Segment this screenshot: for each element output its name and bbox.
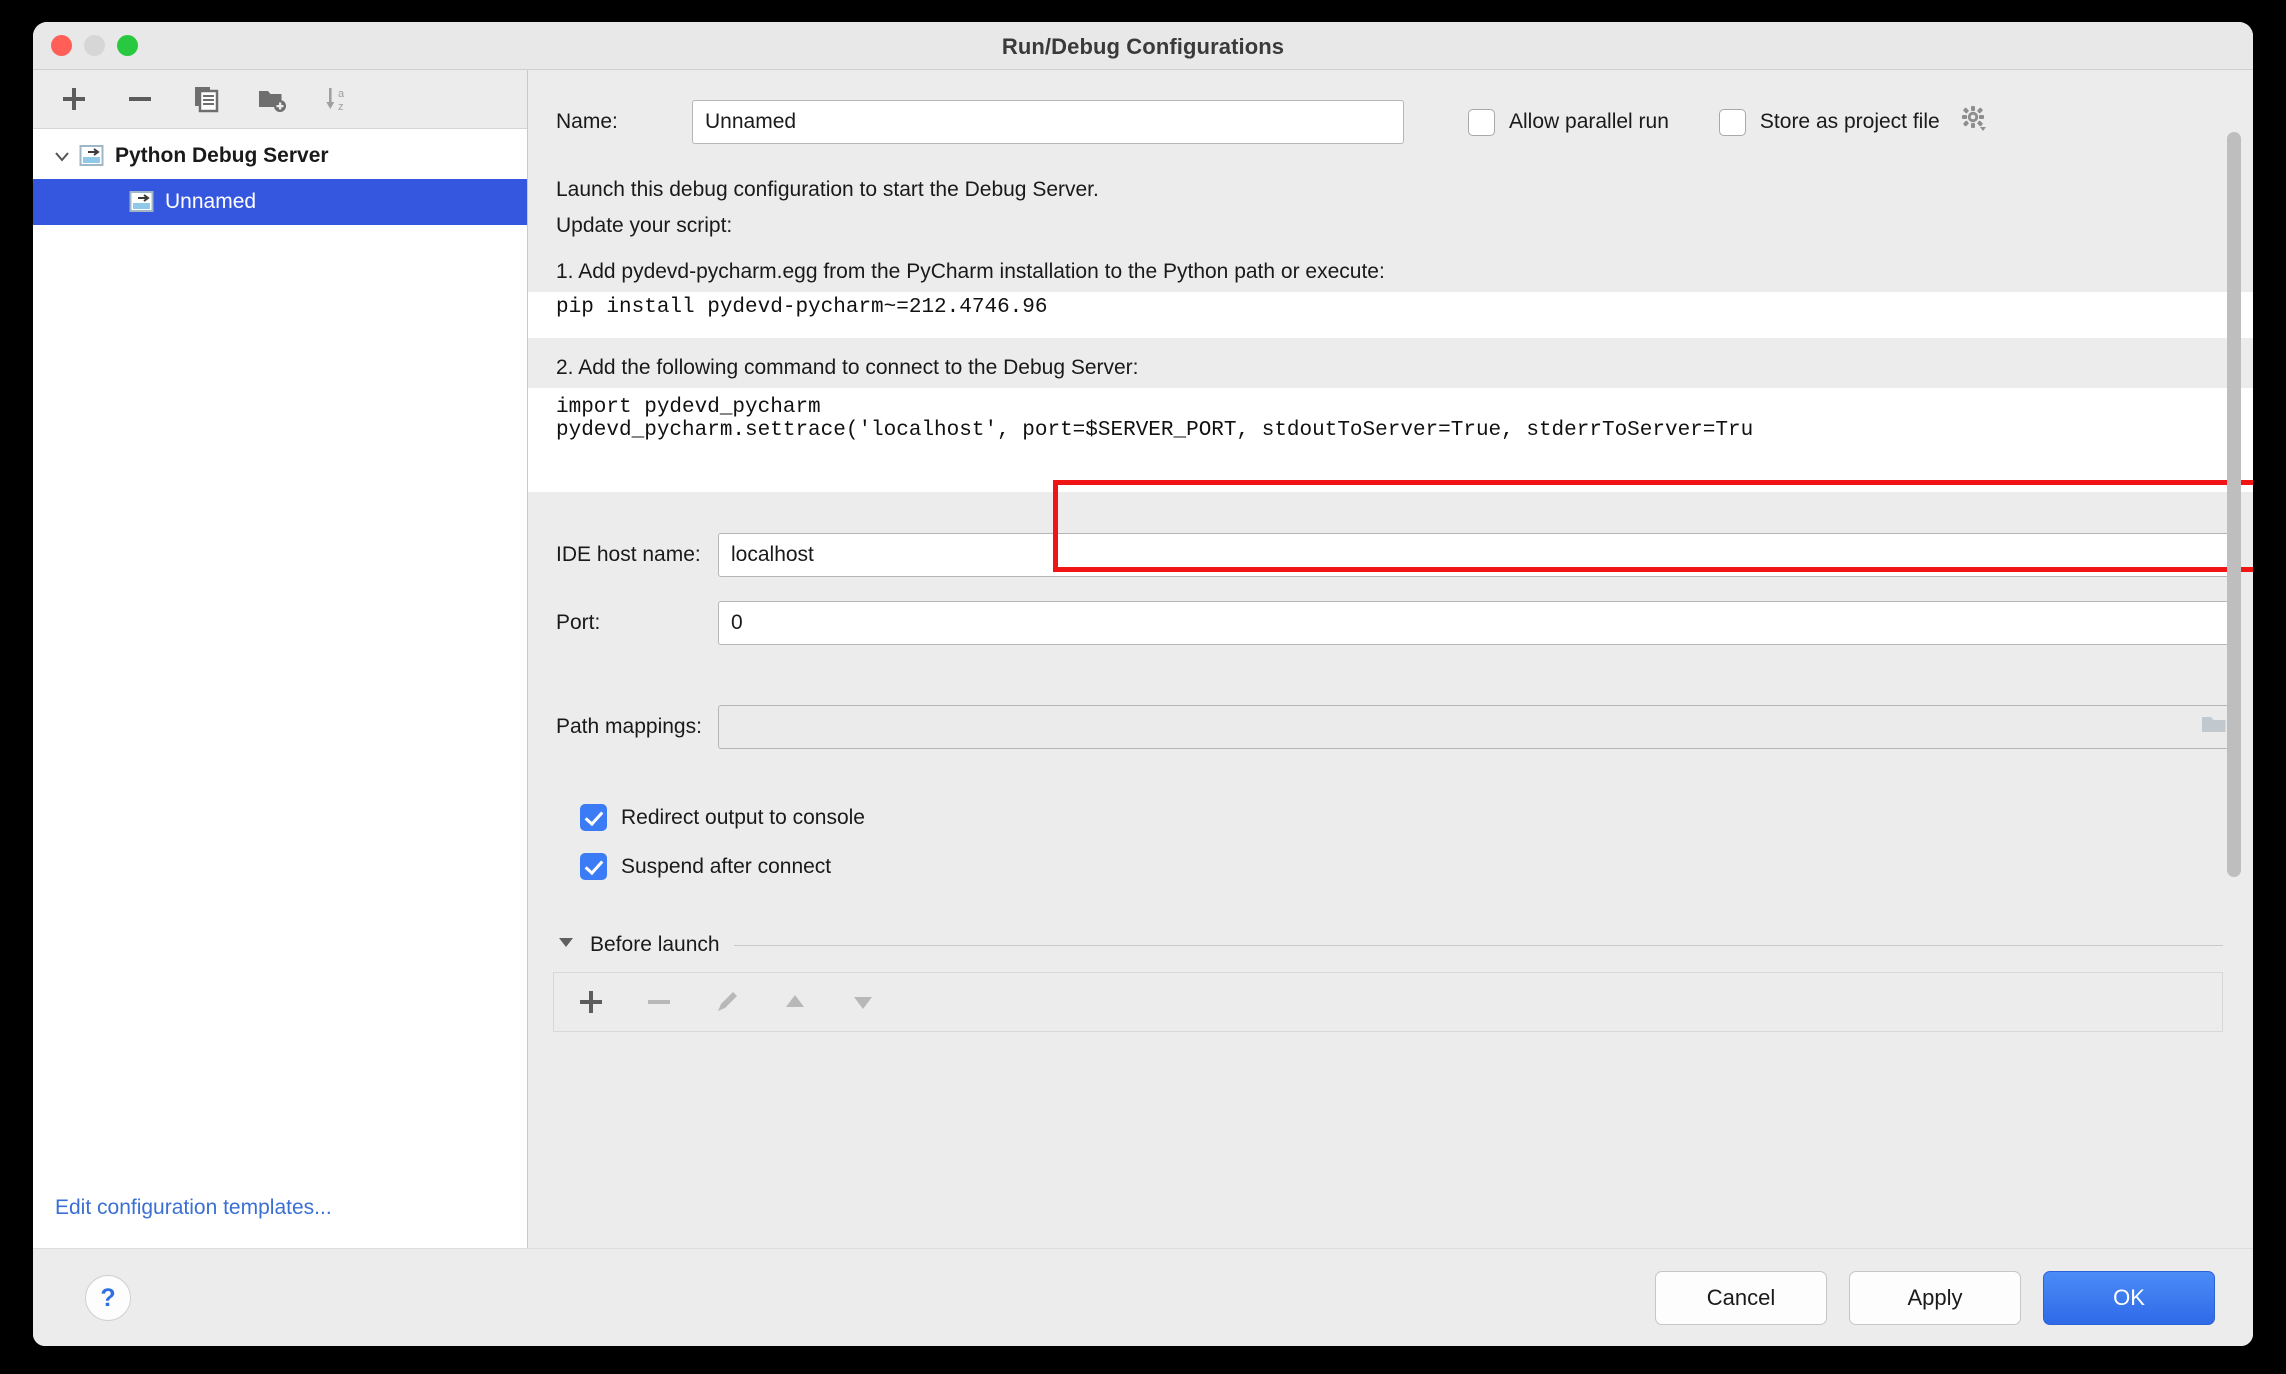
ide-host-name-input[interactable]: localhost: [718, 533, 2241, 577]
port-input[interactable]: 0: [718, 601, 2241, 645]
bl-move-up-button[interactable]: [776, 983, 814, 1021]
store-as-project-file-row[interactable]: Store as project file: [1718, 105, 1988, 139]
folder-browse-icon[interactable]: [2200, 712, 2228, 742]
redirect-output-label: Redirect output to console: [621, 805, 865, 829]
instructions-line-1: Launch this debug configuration to start…: [556, 178, 1099, 201]
copy-icon: [195, 87, 219, 113]
before-launch-header[interactable]: Before launch: [528, 932, 2253, 958]
tree-item-unnamed[interactable]: Unnamed: [33, 179, 527, 225]
bl-remove-button[interactable]: [640, 983, 678, 1021]
footer-buttons: Cancel Apply OK: [1655, 1271, 2215, 1325]
edit-configuration-templates-link[interactable]: Edit configuration templates...: [33, 1168, 527, 1248]
chevron-down-icon[interactable]: [47, 147, 77, 165]
python-debug-server-icon: [77, 143, 107, 169]
help-button[interactable]: ?: [85, 1275, 131, 1321]
new-folder-button[interactable]: [253, 80, 291, 118]
suspend-after-connect-checkbox[interactable]: [580, 853, 607, 880]
title-bar: Run/Debug Configurations: [33, 22, 2253, 70]
plus-icon: [63, 88, 85, 110]
step-2-code[interactable]: import pydevd_pycharm pydevd_pycharm.sett…: [528, 388, 2253, 492]
tree-item-label: Unnamed: [165, 190, 257, 213]
arrow-up-icon: [786, 995, 804, 1007]
run-debug-configurations-dialog: Run/Debug Configurations a z Python Debu…: [33, 22, 2253, 1346]
redirect-output-row[interactable]: Redirect output to console: [528, 804, 2253, 831]
sidebar-toolbar: a z: [33, 70, 527, 129]
dialog-footer: ? Cancel Apply OK: [33, 1248, 2253, 1346]
step-1-code[interactable]: pip install pydevd-pycharm~=212.4746.96: [528, 292, 2253, 338]
ide-host-name-row: IDE host name: localhost: [528, 532, 2253, 578]
step-2-code-line-1: import pydevd_pycharm: [556, 396, 821, 419]
before-launch-title: Before launch: [590, 933, 720, 956]
name-input[interactable]: Unnamed: [692, 100, 1404, 144]
copy-configuration-button[interactable]: [187, 80, 225, 118]
ok-button[interactable]: OK: [2043, 1271, 2215, 1325]
redirect-output-checkbox[interactable]: [580, 804, 607, 831]
cancel-button[interactable]: Cancel: [1655, 1271, 1827, 1325]
triangle-down-icon[interactable]: [556, 932, 576, 958]
before-launch-divider: [733, 944, 2223, 946]
add-configuration-button[interactable]: [55, 80, 93, 118]
svg-text:a: a: [338, 88, 345, 100]
window-title: Run/Debug Configurations: [1001, 34, 1285, 59]
sort-configurations-button[interactable]: a z: [319, 80, 357, 118]
configuration-panel: Name: Unnamed Allow parallel run Store a…: [528, 70, 2253, 1248]
remove-configuration-button[interactable]: [121, 80, 159, 118]
gear-icon[interactable]: [1960, 105, 1988, 139]
arrow-down-icon: [854, 997, 872, 1009]
svg-text:z: z: [338, 101, 344, 113]
bl-add-button[interactable]: [572, 983, 610, 1021]
instructions-line-2: Update your script:: [556, 214, 733, 237]
step-2-code-line-2: pydevd_pycharm.settrace('localhost', por…: [556, 419, 1754, 442]
instructions-step-2: 2. Add the following command to connect …: [556, 356, 1139, 379]
ide-host-name-label: IDE host name:: [556, 543, 701, 566]
bl-move-down-button[interactable]: [844, 983, 882, 1021]
path-mappings-row: Path mappings:: [528, 704, 2253, 750]
sort-az-icon: a z: [326, 88, 345, 113]
name-row: Name: Unnamed Allow parallel run Store a…: [528, 98, 2253, 146]
configurations-sidebar: a z Python Debug Server Unnamed Edit con…: [33, 70, 528, 1248]
dialog-body: a z Python Debug Server Unnamed Edit con…: [33, 70, 2253, 1248]
pencil-icon: [718, 992, 737, 1011]
instructions-area: Launch this debug configuration to start…: [528, 162, 2253, 1248]
panel-scrollbar-thumb[interactable]: [2227, 132, 2241, 877]
tree-group-label: Python Debug Server: [115, 144, 329, 167]
port-label: Port:: [556, 611, 601, 634]
name-label: Name:: [556, 110, 618, 133]
port-row: Port: 0: [528, 600, 2253, 646]
minus-icon: [129, 97, 151, 101]
before-launch-toolbar: [553, 972, 2223, 1032]
allow-parallel-run-label: Allow parallel run: [1509, 110, 1669, 133]
allow-parallel-run-row[interactable]: Allow parallel run: [1468, 108, 1669, 136]
plus-icon: [580, 991, 602, 1013]
store-as-project-file-label: Store as project file: [1759, 110, 1940, 133]
folder-add-icon: [259, 91, 286, 112]
allow-parallel-run-checkbox[interactable]: [1468, 108, 1495, 136]
suspend-after-connect-label: Suspend after connect: [621, 854, 832, 878]
path-mappings-input[interactable]: [718, 705, 2241, 749]
panel-scrollbar[interactable]: [2225, 132, 2243, 1230]
edit-configuration-templates-label: Edit configuration templates...: [55, 1196, 332, 1219]
configuration-tree: Python Debug Server Unnamed: [33, 129, 527, 1168]
tree-group-python-debug-server[interactable]: Python Debug Server: [33, 133, 527, 179]
store-as-project-file-checkbox[interactable]: [1718, 108, 1746, 136]
path-mappings-label: Path mappings:: [556, 715, 702, 738]
apply-button[interactable]: Apply: [1849, 1271, 2021, 1325]
suspend-after-connect-row[interactable]: Suspend after connect: [528, 853, 2253, 880]
python-debug-server-icon: [127, 189, 157, 215]
bl-edit-button[interactable]: [708, 983, 746, 1021]
instructions-step-1: 1. Add pydevd-pycharm.egg from the PyCha…: [556, 260, 1385, 283]
minus-icon: [648, 1000, 670, 1004]
